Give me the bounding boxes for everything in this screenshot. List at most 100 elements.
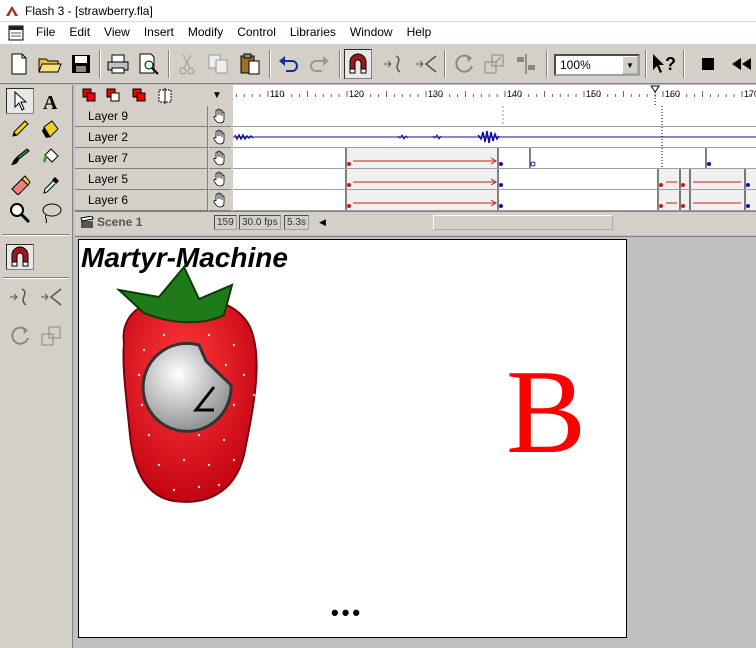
- menu-file[interactable]: File: [29, 22, 62, 43]
- text-tool[interactable]: A: [37, 88, 65, 114]
- menu-modify[interactable]: Modify: [181, 22, 230, 43]
- layer-frames[interactable]: [233, 169, 756, 190]
- lasso-tool[interactable]: [37, 200, 65, 226]
- ink-bottle-icon: [42, 120, 59, 138]
- hand-icon[interactable]: [209, 148, 231, 169]
- timeline-scrollbar-thumb[interactable]: [433, 215, 613, 230]
- toolbar-separator: [99, 50, 101, 78]
- menu-help[interactable]: Help: [400, 22, 439, 43]
- ruler-label: 110: [270, 89, 284, 99]
- menu-libraries[interactable]: Libraries: [283, 22, 343, 43]
- ruler-label: 160: [665, 89, 680, 99]
- rewind-button[interactable]: [728, 49, 756, 79]
- snap-modifier[interactable]: [6, 244, 34, 270]
- layer-name[interactable]: Layer 7: [75, 148, 208, 169]
- drawing-toolbox: A: [0, 85, 73, 648]
- stage-ellipsis: •••: [331, 600, 364, 625]
- copy-button[interactable]: [204, 49, 232, 79]
- smooth-modifier[interactable]: [6, 284, 34, 310]
- stop-button[interactable]: [694, 49, 722, 79]
- brush-tool[interactable]: [6, 144, 34, 170]
- print-button[interactable]: [104, 49, 132, 79]
- frame-ruler[interactable]: 110 120 130 140 150 160 170: [233, 85, 756, 106]
- dropper-tool[interactable]: [37, 172, 65, 198]
- stage-letter-b[interactable]: B: [506, 352, 586, 472]
- open-button[interactable]: [36, 49, 64, 79]
- pencil-tool[interactable]: [6, 116, 34, 142]
- chevron-down-icon[interactable]: ▼: [622, 56, 638, 74]
- stop-icon: [702, 58, 714, 70]
- layer-name[interactable]: Layer 6: [75, 190, 208, 211]
- eraser-tool[interactable]: [6, 172, 34, 198]
- menu-view[interactable]: View: [97, 22, 137, 43]
- layer-row[interactable]: Layer 5: [75, 169, 756, 190]
- timeline-menu-icon[interactable]: ▼: [212, 90, 222, 101]
- layer-frames[interactable]: [233, 127, 756, 148]
- paint-bucket-tool[interactable]: [37, 144, 65, 170]
- undo-button[interactable]: [275, 49, 303, 79]
- hand-icon[interactable]: [209, 169, 231, 190]
- save-disk-icon: [72, 55, 90, 73]
- layer-frames[interactable]: [233, 190, 756, 211]
- save-button[interactable]: [67, 49, 95, 79]
- redo-button[interactable]: [305, 49, 333, 79]
- smooth-icon: [384, 55, 401, 73]
- main-toolbar: 100% ▼ ?: [0, 43, 756, 84]
- ruler-label: 150: [586, 89, 601, 99]
- rotate-button[interactable]: [450, 49, 478, 79]
- magnet-icon: [11, 246, 29, 267]
- print-preview-icon: [139, 53, 159, 75]
- eyedropper-icon: [43, 177, 59, 194]
- zoom-select[interactable]: 100% ▼: [554, 54, 640, 76]
- layer-row[interactable]: Layer 7: [75, 148, 756, 169]
- stage-canvas[interactable]: Martyr-Machine B •••: [78, 239, 627, 638]
- menu-control[interactable]: Control: [230, 22, 283, 43]
- ruler-label: 130: [428, 89, 443, 99]
- hand-icon[interactable]: [209, 106, 231, 127]
- rotate-modifier[interactable]: [6, 323, 34, 349]
- time-readout: 5.3s: [284, 215, 309, 230]
- flash-app-icon: [6, 5, 18, 16]
- layer-frames[interactable]: [233, 106, 756, 127]
- layer-name[interactable]: Layer 9: [75, 106, 208, 127]
- straighten-modifier[interactable]: [37, 284, 65, 310]
- scene-clapper-icon[interactable]: [80, 216, 94, 229]
- print-preview-button[interactable]: [135, 49, 163, 79]
- scene-label[interactable]: Scene 1: [97, 215, 142, 229]
- layer-row[interactable]: Layer 6: [75, 190, 756, 211]
- ink-bottle-tool[interactable]: [37, 116, 65, 142]
- hand-icon[interactable]: [209, 127, 231, 148]
- scale-modifier[interactable]: [37, 323, 65, 349]
- layer-name[interactable]: Layer 2: [75, 127, 208, 148]
- cut-button[interactable]: [173, 49, 201, 79]
- strawberry-clock-graphic[interactable]: [114, 255, 274, 505]
- scroll-left-icon[interactable]: ◀: [319, 217, 326, 228]
- layer-row[interactable]: Layer 9: [75, 106, 756, 127]
- stage-title-text[interactable]: Martyr-Machine: [81, 242, 288, 274]
- menu-insert[interactable]: Insert: [137, 22, 181, 43]
- menu-edit[interactable]: Edit: [62, 22, 97, 43]
- straighten-button[interactable]: [412, 49, 440, 79]
- snap-button[interactable]: [344, 49, 372, 79]
- text-a-icon: A: [43, 92, 58, 111]
- scale-button[interactable]: [480, 49, 508, 79]
- layer-frames[interactable]: [233, 148, 756, 169]
- paste-button[interactable]: [236, 49, 264, 79]
- help-button[interactable]: ?: [650, 49, 678, 79]
- toolbox-separator: [3, 234, 69, 236]
- fps-readout[interactable]: 30.0 fps: [239, 215, 281, 230]
- hand-icon[interactable]: [209, 190, 231, 211]
- document-icon[interactable]: [8, 25, 24, 41]
- layer-row[interactable]: Layer 2: [75, 127, 756, 148]
- eraser-icon: [11, 175, 31, 195]
- show-hide-layers-icon[interactable]: [81, 87, 201, 105]
- smooth-icon: [10, 288, 27, 306]
- zoom-tool[interactable]: [6, 200, 34, 226]
- menu-window[interactable]: Window: [343, 22, 400, 43]
- ruler-label: 140: [507, 89, 522, 99]
- smooth-button[interactable]: [380, 49, 408, 79]
- layer-name[interactable]: Layer 5: [75, 169, 208, 190]
- arrow-tool[interactable]: [6, 88, 34, 114]
- new-file-button[interactable]: [5, 49, 33, 79]
- align-button[interactable]: [512, 49, 540, 79]
